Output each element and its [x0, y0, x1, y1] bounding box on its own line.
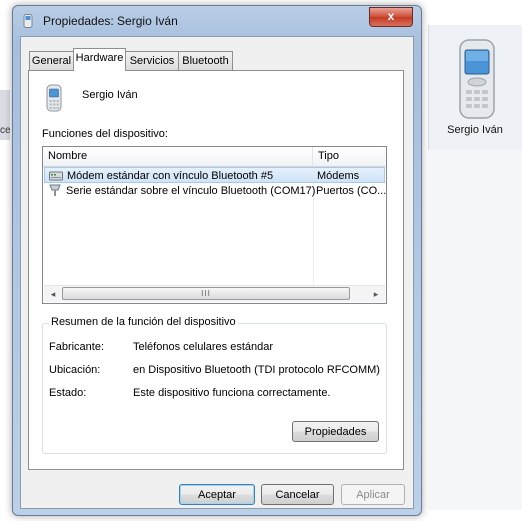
row-name: Serie estándar sobre el vínculo Bluetoot… [66, 185, 316, 197]
horizontal-scrollbar[interactable]: ◂ III ▸ [44, 285, 385, 302]
device-functions-label: Funciones del dispositivo: [42, 128, 168, 140]
status-value: Este dispositivo funciona correctamente. [133, 387, 331, 399]
location-value: en Dispositivo Bluetooth (TDI protocolo … [133, 364, 380, 376]
group-title: Resumen de la función del dispositivo [49, 316, 238, 328]
tab-general[interactable]: General [29, 51, 74, 70]
list-item-serial-port[interactable]: Serie estándar sobre el vínculo Bluetoot… [44, 183, 387, 199]
properties-dialog: Propiedades: Sergio Iván x General Hardw… [12, 5, 422, 516]
scroll-thumb[interactable]: III [62, 287, 350, 300]
tab-bluetooth[interactable]: Bluetooth [178, 51, 233, 70]
properties-button[interactable]: Propiedades [292, 421, 379, 442]
desktop-phone-label[interactable]: Sergio Iván [430, 124, 520, 136]
row-type: Puertos (CO... [316, 185, 387, 197]
device-name: Sergio Iván [82, 89, 138, 101]
status-label: Estado: [49, 387, 87, 399]
apply-button: Aplicar [341, 484, 405, 505]
cancel-button[interactable]: Cancelar [261, 484, 334, 505]
scroll-right-icon[interactable]: ▸ [368, 287, 384, 301]
scroll-left-icon[interactable]: ◂ [45, 287, 61, 301]
list-header: Nombre Tipo [43, 147, 386, 167]
device-functions-list[interactable]: Nombre Tipo Módem estándar con vínculo B… [42, 146, 387, 304]
mobile-phone-icon [46, 84, 62, 112]
background-panel-lower [428, 150, 522, 510]
row-type: Módems [317, 170, 360, 182]
hardware-tab-panel: Sergio Iván Funciones del dispositivo: N… [28, 70, 404, 470]
function-summary-group: Resumen de la función del dispositivo Fa… [42, 316, 387, 454]
list-item-modem[interactable]: Módem estándar con vínculo Bluetooth #5 … [44, 167, 385, 183]
phone-title-icon [23, 14, 33, 28]
window-title: Propiedades: Sergio Iván [43, 14, 178, 28]
title-bar[interactable]: Propiedades: Sergio Iván x [13, 6, 421, 34]
background-left-text: ce [0, 125, 11, 136]
row-name: Módem estándar con vínculo Bluetooth #5 [67, 170, 274, 182]
desktop-phone-icon[interactable] [458, 38, 496, 120]
ok-button[interactable]: Aceptar [179, 484, 255, 505]
tab-services[interactable]: Servicios [125, 51, 179, 70]
serial-port-icon [49, 184, 61, 196]
close-button[interactable]: x [369, 7, 413, 27]
column-header-name[interactable]: Nombre [43, 147, 313, 166]
tab-hardware[interactable]: Hardware [73, 48, 126, 71]
modem-icon [49, 171, 63, 181]
location-label: Ubicación: [49, 364, 101, 376]
column-header-type[interactable]: Tipo [313, 147, 386, 166]
manufacturer-label: Fabricante: [49, 341, 105, 353]
manufacturer-value: Teléfonos celulares estándar [133, 341, 274, 353]
dialog-client-area: General Hardware Servicios Bluetooth Ser… [20, 36, 414, 509]
